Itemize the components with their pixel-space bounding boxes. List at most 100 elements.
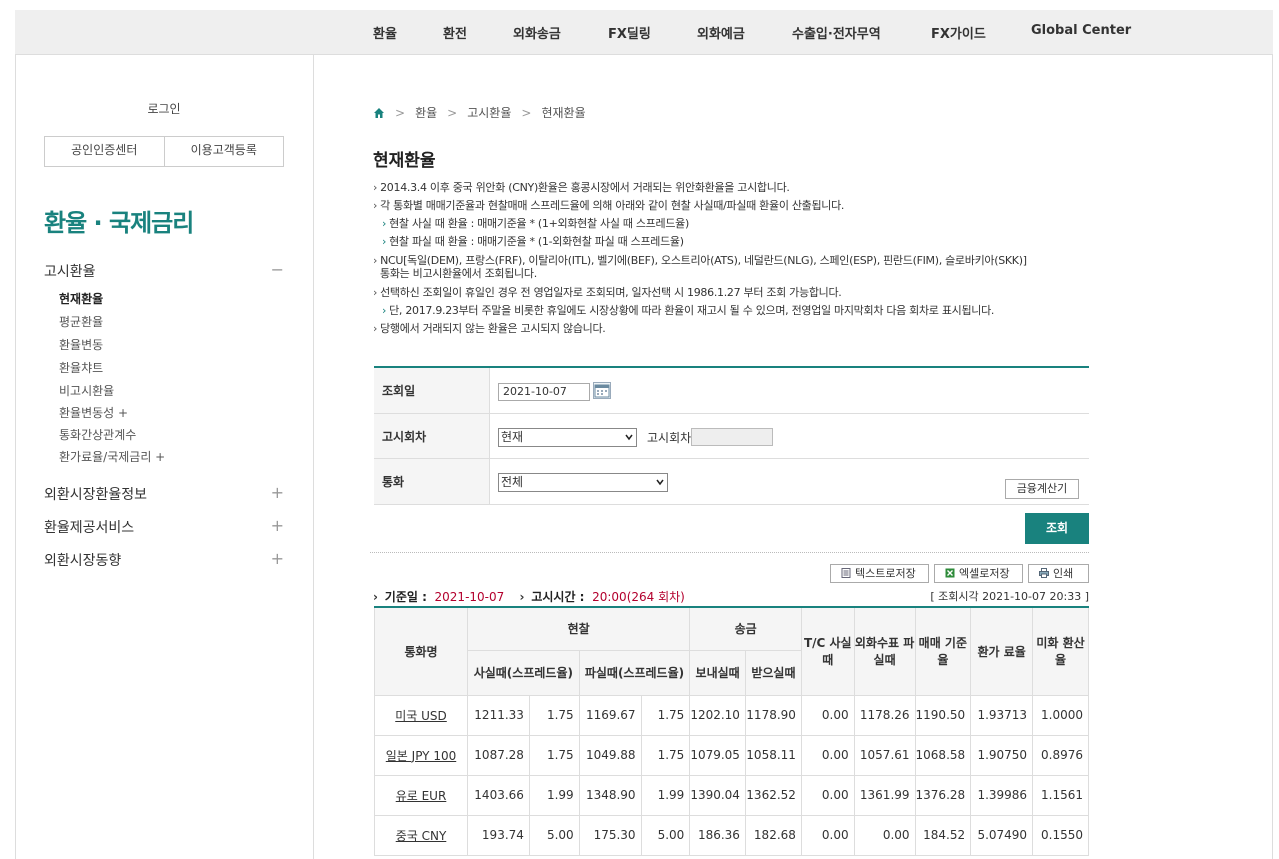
notice-item: › 선택하신 조회일이 휴일인 경우 전 영업일자로 조회되며, 일자선택 시 1… [373,286,842,299]
header-fee-rate: 환가 료율 [970,606,1034,696]
round-select[interactable]: 현재 [498,428,637,447]
sidebar-item-label: 환율제공서비스 [44,520,135,536]
sidebar-item-fx-market-trend[interactable]: 외환시장동향 + [44,549,284,570]
arrow-icon: › [373,590,378,604]
sidebar-sub-rate-chart[interactable]: 환율챠트 [59,359,103,376]
expand-icon[interactable]: + [271,483,284,502]
search-button[interactable]: 조회 [1025,513,1089,544]
sidebar-sub-rate-change[interactable]: 환율변동 [59,336,103,353]
notice-time-label: 고시시간 : [531,590,585,604]
base-date-value: 2021-10-07 [434,590,505,604]
register-button[interactable]: 이용고객등록 [163,137,284,166]
chevron-right-icon: > [447,105,458,120]
currency-link[interactable]: 일본 JPY 100 [386,749,456,763]
notice-item-continuation: 통화는 비고시환율에서 조회됩니다. [380,267,537,280]
cell: 1169.67 [578,694,642,736]
breadcrumb: > 환율 > 고시환율 > 현재환율 [373,104,586,121]
form-row-currency: 통화 전체 금융계산기 [374,459,1089,505]
breadcrumb-item[interactable]: 고시환율 [467,104,511,121]
header-remit-send: 보내실때 [689,649,746,696]
cell: 5.07490 [970,814,1034,856]
table-row: 미국 USD 1211.33 1.75 1169.67 1.75 1202.10… [373,694,1089,736]
cell: 0.00 [853,814,916,856]
calendar-icon[interactable] [593,382,611,399]
sidebar-sub-average-rate[interactable]: 평균환율 [59,313,103,330]
cell: 1.75 [640,734,691,776]
collapse-icon[interactable]: − [271,260,284,279]
nav-exchange-rate[interactable]: 환율 [373,23,397,42]
table-row: 유로 EUR 1403.66 1.99 1348.90 1.99 1390.04… [373,774,1089,816]
sidebar-sub-current-rate[interactable]: 현재환율 [59,290,103,307]
nav-trade[interactable]: 수출입·전자무역 [792,23,881,42]
date-input[interactable]: 2021-10-07 [498,383,590,401]
nav-fx-guide[interactable]: FX가이드 [931,23,986,42]
cert-center-button[interactable]: 공인인증센터 [45,137,164,166]
header-remit-receive: 받으실때 [744,649,802,696]
query-time: [ 조회시각 2021-10-07 20:33 ] [930,590,1089,603]
currency-link[interactable]: 유로 EUR [396,789,447,803]
divider [370,552,1089,553]
cell: 5.00 [640,814,691,856]
header-cash-buy: 사실때(스프레드율) [467,649,580,696]
expand-icon[interactable]: + [271,549,284,568]
cell: 0.00 [800,774,855,816]
login-link[interactable]: 로그인 [44,100,284,117]
table-row: 일본 JPY 100 1087.28 1.75 1049.88 1.75 107… [373,734,1089,776]
nav-fx-deposit[interactable]: 외화예금 [697,23,745,42]
currency-cell[interactable]: 미국 USD [373,694,469,736]
sidebar-sub-volatility[interactable]: 환율변동성 + [59,404,128,421]
cell: 1068.58 [914,734,972,776]
notice-sub-item: › 현찰 파실 때 환율 : 매매기준율 * (1-외화현찰 파실 때 스프레드율… [382,235,684,248]
cell: 1211.33 [467,694,530,736]
breadcrumb-item[interactable]: 환율 [415,104,437,121]
cell: 1087.28 [467,734,530,776]
financial-calculator-button[interactable]: 금융계산기 [1005,479,1079,499]
print-button[interactable]: 인쇄 [1028,564,1089,583]
header-check: 외화수표 파실때 [853,606,916,696]
cell: 1403.66 [467,774,530,816]
sidebar-item-fx-market-info[interactable]: 외환시장환율정보 + [44,483,284,504]
sidebar-sub-correlation[interactable]: 통화간상관계수 [59,426,136,443]
right-frame-border [1272,55,1273,859]
round-input [691,428,773,446]
nav-remittance[interactable]: 외화송금 [513,23,561,42]
text-file-icon [841,568,851,578]
currency-link[interactable]: 미국 USD [395,709,447,723]
nav-currency-exchange[interactable]: 환전 [443,23,467,42]
chevron-right-icon: > [521,105,532,120]
cell: 186.36 [689,814,746,856]
cell: 184.52 [914,814,972,856]
login-buttons: 공인인증센터 이용고객등록 [44,136,284,167]
currency-cell[interactable]: 유로 EUR [373,774,469,816]
cell: 0.00 [800,734,855,776]
currency-cell[interactable]: 중국 CNY [373,814,469,856]
cell: 0.00 [800,694,855,736]
sidebar-item-rate-service[interactable]: 환율제공서비스 + [44,516,284,537]
arrow-icon: › [519,590,525,604]
base-date-label: 기준일 : [384,590,427,604]
sidebar-sub-interest-rate[interactable]: 환가료율/국제금리 + [59,448,165,465]
expand-icon[interactable]: + [271,516,284,535]
printer-icon [1039,568,1049,578]
cell: 182.68 [744,814,802,856]
round-label: 고시회차 [374,414,490,458]
cell: 1.75 [640,694,691,736]
cell: 1376.28 [914,774,972,816]
header-cash: 현찰 [467,606,691,651]
save-excel-button[interactable]: 엑셀로저장 [934,564,1023,583]
sidebar-sub-non-notice-rate[interactable]: 비고시환율 [59,382,114,399]
currency-link[interactable]: 중국 CNY [396,829,447,843]
cell: 0.00 [800,814,855,856]
nav-global-center[interactable]: Global Center [1031,23,1131,38]
rate-info-line: › 기준일 : 2021-10-07 › 고시시간 : 20:00(264 회차… [373,588,685,605]
sidebar-title: 환율 · 국제금리 [44,209,194,237]
currency-cell[interactable]: 일본 JPY 100 [373,734,469,776]
search-form: 조회일 2021-10-07 고시회차 현재 고시회차 통화 전체 금융계산기 [374,366,1089,505]
home-icon[interactable] [373,107,385,119]
nav-fx-dealing[interactable]: FX딜링 [608,23,651,42]
cell: 1.0000 [1032,694,1089,736]
sidebar-item-notice-rate[interactable]: 고시환율 − [44,260,284,281]
sidebar-item-label: 외환시장동향 [44,553,122,569]
currency-select[interactable]: 전체 [498,473,668,492]
save-text-button[interactable]: 텍스트로저장 [830,564,929,583]
